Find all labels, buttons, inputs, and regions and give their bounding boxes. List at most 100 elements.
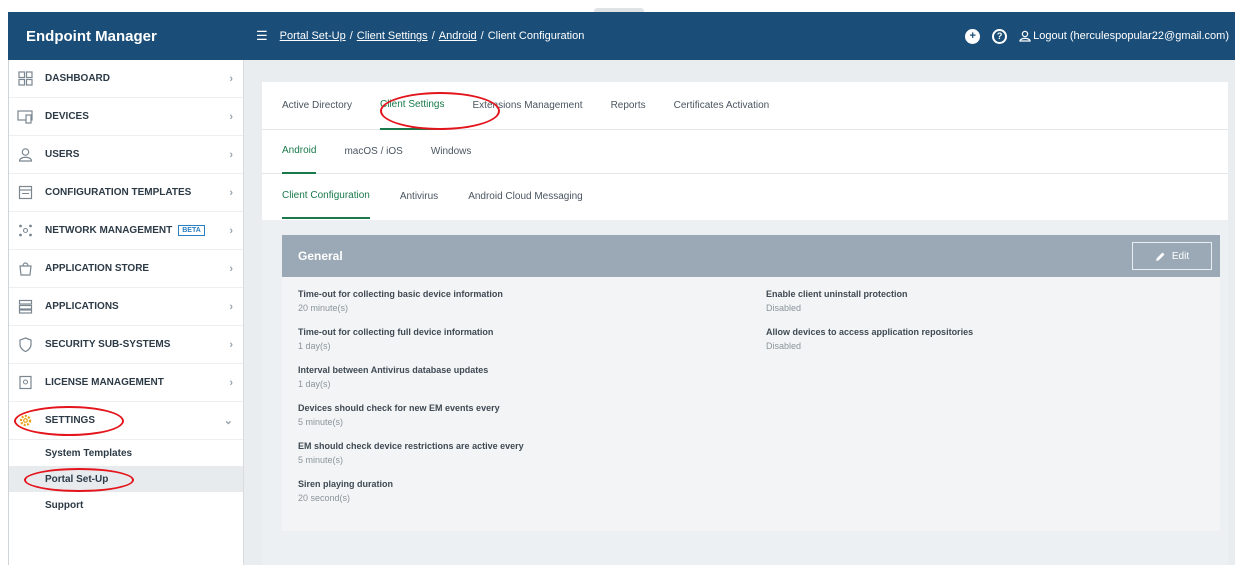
config-tabs: Client Configuration Antivirus Android C…	[262, 174, 1228, 219]
tab-android[interactable]: Android	[282, 130, 317, 174]
endpoint-manager-page: Endpoint Manager ☰ Portal Set-Up / Client …	[0, 0, 1235, 565]
field-label: EM should check device restrictions are …	[298, 441, 524, 451]
add-icon[interactable]: +	[965, 28, 981, 44]
top-bar: ☰ Portal Set-Up / Client Settings / Android /…	[244, 12, 1235, 60]
sidebar-item-network-management[interactable]: NETWORK MANAGEMENT BETA ›	[9, 212, 243, 250]
breadcrumb-current: Client Configuration	[487, 30, 585, 42]
sidebar-item-label: APPLICATION STORE	[45, 263, 150, 274]
general-title: General	[298, 249, 343, 263]
users-icon	[17, 147, 33, 163]
chevron-right-icon: ›	[229, 148, 233, 161]
templates-icon	[17, 185, 33, 201]
applications-icon	[17, 299, 33, 315]
field-value: Disabled	[766, 341, 802, 351]
sidebar-subitem-system-templates[interactable]: System Templates	[9, 440, 243, 466]
edit-label: Edit	[1171, 250, 1190, 262]
general-card: General Edit Time-out for collecting bas…	[282, 235, 1220, 531]
logout-label: Logout (herculespopular22@gmail.com)	[1033, 30, 1229, 42]
chevron-right-icon: ›	[229, 262, 233, 275]
field-label: Siren playing duration	[298, 479, 394, 489]
chevron-right-icon: ›	[229, 224, 233, 237]
tab-antivirus[interactable]: Antivirus	[400, 174, 438, 219]
breadcrumb-portal-setup[interactable]: Portal Set-Up	[280, 30, 346, 42]
field-siren-duration: Siren playing duration 20 second(s)	[298, 479, 393, 503]
tab-active-directory[interactable]: Active Directory	[282, 82, 352, 130]
field-em-events-check: Devices should check for new EM events e…	[298, 403, 500, 427]
sidebar-subitem-support[interactable]: Support	[9, 492, 243, 518]
shield-icon	[17, 337, 33, 353]
main-area: Active Directory Client Settings Extensi…	[244, 60, 1235, 565]
sidebar-item-label: LICENSE MANAGEMENT	[45, 377, 164, 388]
tab-certificates-activation[interactable]: Certificates Activation	[674, 82, 770, 130]
breadcrumb: Portal Set-Up / Client Settings / Android / Cl…	[279, 30, 585, 42]
tab-client-settings[interactable]: Client Settings	[380, 82, 445, 130]
sidebar-subitem-portal-setup[interactable]: Portal Set-Up	[9, 466, 243, 492]
dashboard-icon	[17, 71, 33, 87]
sidebar-item-applications[interactable]: APPLICATIONS ›	[9, 288, 243, 326]
tab-reports[interactable]: Reports	[611, 82, 646, 130]
field-restrictions-check: EM should check device restrictions are …	[298, 441, 524, 465]
content-area: General Edit Time-out for collecting bas…	[262, 220, 1228, 565]
chevron-right-icon: ›	[229, 376, 233, 389]
field-label: Devices should check for new EM events e…	[298, 403, 500, 413]
sidebar: DASHBOARD › DEVICES › USERS › CONFIGURAT…	[8, 60, 244, 565]
breadcrumb-client-settings[interactable]: Client Settings	[357, 30, 428, 42]
field-value: 1 day(s)	[298, 341, 331, 351]
sidebar-item-label: SETTINGS	[45, 415, 96, 426]
sidebar-item-dashboard[interactable]: DASHBOARD ›	[9, 60, 243, 98]
chevron-right-icon: ›	[229, 72, 233, 85]
field-full-info-timeout: Time-out for collecting full device info…	[298, 327, 493, 351]
tab-macos-ios[interactable]: macOS / iOS	[344, 130, 402, 174]
sidebar-item-label: APPLICATIONS	[45, 301, 119, 312]
tab-client-configuration[interactable]: Client Configuration	[282, 174, 370, 219]
tab-android-cloud-messaging[interactable]: Android Cloud Messaging	[468, 174, 583, 219]
field-label: Allow devices to access application repo…	[766, 327, 974, 337]
sidebar-item-configuration-templates[interactable]: CONFIGURATION TEMPLATES ›	[9, 174, 243, 212]
settings-tabs: Active Directory Client Settings Extensi…	[262, 82, 1228, 130]
field-value: 5 minute(s)	[298, 455, 344, 465]
field-antivirus-update-interval: Interval between Antivirus database upda…	[298, 365, 488, 389]
network-icon	[17, 223, 33, 239]
sidebar-item-label: NETWORK MANAGEMENT	[45, 225, 173, 236]
sidebar-item-security-sub-systems[interactable]: SECURITY SUB-SYSTEMS ›	[9, 326, 243, 364]
edit-button[interactable]: Edit	[1132, 242, 1212, 270]
field-value: Disabled	[766, 303, 802, 313]
sidebar-item-label: USERS	[45, 149, 80, 160]
menu-icon[interactable]: ☰	[256, 28, 268, 44]
chevron-right-icon: ›	[229, 110, 233, 123]
os-tabs: Android macOS / iOS Windows	[262, 130, 1228, 174]
sidebar-item-license-management[interactable]: LICENSE MANAGEMENT ›	[9, 364, 243, 402]
sidebar-item-settings[interactable]: SETTINGS ⌄	[9, 402, 243, 440]
field-label: Enable client uninstall protection	[766, 289, 908, 299]
chevron-down-icon: ⌄	[223, 415, 233, 427]
license-icon	[17, 375, 33, 391]
user-icon	[1019, 30, 1031, 42]
field-uninstall-protection: Enable client uninstall protection Disab…	[766, 289, 908, 313]
chevron-right-icon: ›	[229, 338, 233, 351]
field-value: 5 minute(s)	[298, 417, 344, 427]
help-icon[interactable]: ?	[992, 28, 1008, 44]
gear-icon	[17, 413, 33, 429]
sidebar-item-users[interactable]: USERS ›	[9, 136, 243, 174]
sidebar-item-label: DEVICES	[45, 111, 89, 122]
sidebar-item-devices[interactable]: DEVICES ›	[9, 98, 243, 136]
field-value: 20 minute(s)	[298, 303, 349, 313]
general-card-header: General Edit	[282, 235, 1220, 277]
field-value: 1 day(s)	[298, 379, 331, 389]
beta-badge: BETA	[178, 225, 205, 236]
devices-icon	[17, 109, 33, 125]
pencil-icon	[1155, 252, 1165, 261]
breadcrumb-android[interactable]: Android	[439, 30, 477, 42]
sidebar-item-label: CONFIGURATION TEMPLATES	[45, 187, 192, 198]
store-icon	[17, 261, 33, 277]
field-label: Time-out for collecting full device info…	[298, 327, 494, 337]
field-label: Time-out for collecting basic device inf…	[298, 289, 503, 299]
sidebar-item-label: DASHBOARD	[45, 73, 110, 84]
tab-extensions-management[interactable]: Extensions Management	[473, 82, 583, 130]
field-value: 20 second(s)	[298, 493, 351, 503]
tab-windows[interactable]: Windows	[431, 130, 472, 174]
chevron-right-icon: ›	[229, 186, 233, 199]
sidebar-item-label: SECURITY SUB-SYSTEMS	[45, 339, 171, 350]
sidebar-item-application-store[interactable]: APPLICATION STORE ›	[9, 250, 243, 288]
logout-link[interactable]: Logout (herculespopular22@gmail.com)	[1019, 30, 1229, 42]
